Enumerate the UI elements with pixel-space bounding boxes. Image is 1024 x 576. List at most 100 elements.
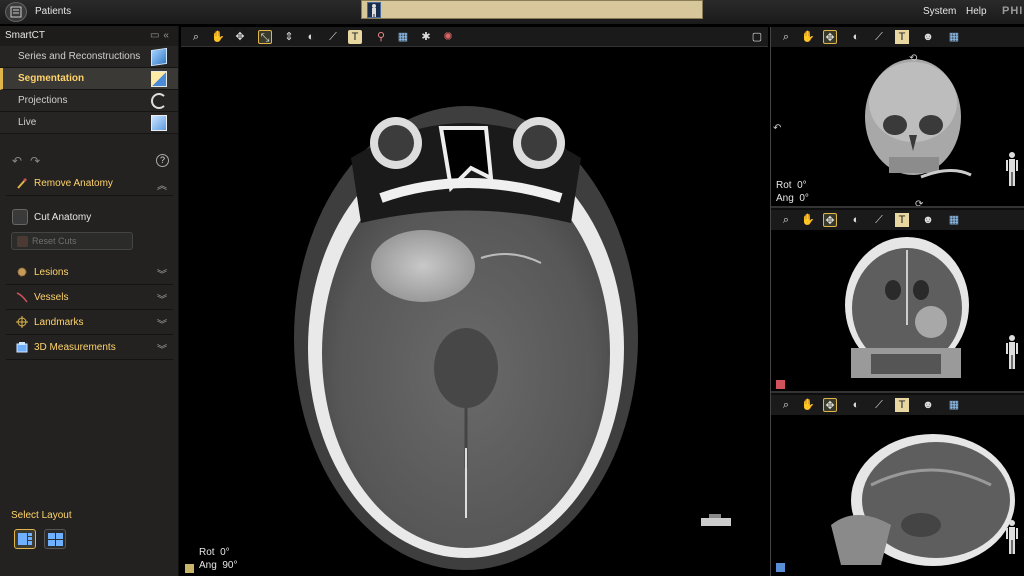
sagittal-color-swatch bbox=[776, 563, 785, 572]
lesions-header[interactable]: Lesions ︾ bbox=[6, 260, 173, 285]
patient-tab[interactable] bbox=[361, 0, 703, 19]
view-toolbar: ⌕ ✋ ✥ ◐ ⟋ T ☻ ▦ bbox=[771, 395, 1024, 415]
patients-menu[interactable]: Patients bbox=[35, 6, 71, 17]
redo-icon[interactable]: ↷ bbox=[30, 154, 40, 168]
layout-buttons bbox=[14, 529, 179, 549]
window-level-icon[interactable]: ◐ bbox=[849, 30, 863, 44]
chevron-down-icon[interactable]: ︾ bbox=[157, 316, 167, 331]
cube-icon bbox=[151, 47, 167, 67]
patient-list-icon bbox=[10, 6, 22, 18]
top-bar: Patients System Help PHI bbox=[0, 0, 1024, 25]
reset-cuts-label: Reset Cuts bbox=[32, 236, 77, 246]
color-map-icon[interactable]: ▦ bbox=[947, 30, 961, 44]
zoom-icon[interactable]: ⌕ bbox=[779, 30, 793, 44]
home-button[interactable] bbox=[5, 2, 27, 22]
nav-projections[interactable]: Projections bbox=[0, 90, 178, 112]
measurement-icon bbox=[16, 342, 28, 353]
view-toolbar: ⌕ ✋ ✥ ◐ ⟋ T ☻ ▦ bbox=[771, 27, 1024, 47]
measure-icon[interactable]: ⟋ bbox=[326, 30, 340, 44]
undo-redo-row: ↶ ↷ ? bbox=[0, 151, 179, 171]
pan-hand-icon[interactable]: ✋ bbox=[801, 30, 815, 44]
sagittal-viewport[interactable]: ⌕ ✋ ✥ ◐ ⟋ T ☻ ▦ bbox=[771, 395, 1024, 576]
color-map-icon[interactable]: ▦ bbox=[396, 30, 410, 44]
panel-controls[interactable]: ▭« bbox=[150, 30, 173, 42]
head-icon[interactable]: ☻ bbox=[921, 30, 935, 44]
color-map-icon[interactable]: ▦ bbox=[947, 398, 961, 412]
axial-viewport[interactable]: Rot 0° Ang 90° bbox=[181, 48, 768, 576]
chevron-up-icon[interactable]: ︽ bbox=[157, 177, 167, 192]
measure-icon[interactable]: ⟋ bbox=[872, 30, 886, 44]
zoom-icon[interactable]: ⌕ bbox=[779, 213, 793, 227]
maximize-icon[interactable]: ▢ bbox=[750, 30, 764, 44]
landmarks-header[interactable]: Landmarks ︾ bbox=[6, 310, 173, 335]
ang-label: Ang bbox=[199, 560, 217, 571]
panel-header: SmartCT ▭« bbox=[0, 26, 178, 46]
section-label: Vessels bbox=[34, 291, 69, 303]
pan-hand-icon[interactable]: ✋ bbox=[801, 213, 815, 227]
slab-icon[interactable]: ⇕ bbox=[282, 30, 296, 44]
cut-anatomy-label: Cut Anatomy bbox=[34, 211, 92, 223]
remove-anatomy-header[interactable]: Remove Anatomy ︽ bbox=[6, 171, 173, 196]
zoom-icon[interactable]: ⌕ bbox=[779, 398, 793, 412]
reset-cuts-button[interactable]: Reset Cuts bbox=[11, 232, 133, 250]
brand-logo: PHI bbox=[1002, 5, 1024, 17]
body-orientation-icon bbox=[1006, 152, 1018, 186]
text-annotation-icon[interactable]: T bbox=[895, 30, 909, 44]
head-icon[interactable]: ☻ bbox=[921, 398, 935, 412]
pan-hand-icon[interactable]: ✋ bbox=[211, 30, 225, 44]
window-level-icon[interactable]: ◐ bbox=[304, 30, 318, 44]
segment-icon[interactable]: ✱ bbox=[419, 30, 433, 44]
head-icon[interactable]: ☻ bbox=[921, 213, 935, 227]
zoom-icon[interactable]: ⌕ bbox=[189, 30, 203, 44]
help-menu[interactable]: Help bbox=[966, 6, 987, 17]
section-label: Remove Anatomy bbox=[34, 177, 113, 189]
measure-icon[interactable]: ⟋ bbox=[872, 213, 886, 227]
text-annotation-icon[interactable]: T bbox=[348, 30, 362, 44]
text-annotation-icon[interactable]: T bbox=[895, 213, 909, 227]
view-toolbar: ⌕ ✋ ✥ ◐ ⟋ T ☻ ▦ bbox=[771, 210, 1024, 230]
text-annotation-icon[interactable]: T bbox=[895, 398, 909, 412]
cut-anatomy-button[interactable]: Cut Anatomy bbox=[12, 208, 179, 226]
color-map-icon[interactable]: ▦ bbox=[947, 213, 961, 227]
rotate-tool-icon[interactable]: ✥ bbox=[823, 30, 837, 44]
layout-2x2-button[interactable] bbox=[44, 529, 66, 549]
cut-anatomy-icon bbox=[12, 209, 28, 225]
rotate-tool-icon[interactable]: ✥ bbox=[233, 30, 247, 44]
window-level-icon[interactable]: ◐ bbox=[849, 213, 863, 227]
chevron-down-icon[interactable]: ︾ bbox=[157, 266, 167, 281]
nav-live[interactable]: Live bbox=[0, 112, 178, 134]
select-tool-icon[interactable]: ⤡ bbox=[258, 30, 272, 44]
segmentation-cube-icon bbox=[151, 71, 167, 87]
scalpel-icon bbox=[17, 178, 27, 189]
sagittal-ct-image bbox=[831, 434, 1015, 566]
svg-text:⟲: ⟲ bbox=[909, 53, 918, 64]
secondary-viewports: ⌕ ✋ ✥ ◐ ⟋ T ☻ ▦ ⟲ ↶ ⟳ Rot 0° Ang 0° ⌕ ✋ … bbox=[770, 27, 1024, 576]
chevron-down-icon[interactable]: ︾ bbox=[157, 291, 167, 306]
help-icon[interactable]: ? bbox=[156, 154, 169, 167]
rotate-tool-icon[interactable]: ✥ bbox=[823, 213, 837, 227]
main-orientation-readout: Rot 0° Ang 90° bbox=[199, 546, 237, 572]
nav-series-reconstructions[interactable]: Series and Reconstructions bbox=[0, 46, 178, 68]
volume-orientation-readout: Rot 0° Ang 0° bbox=[776, 179, 809, 205]
vessels-header[interactable]: Vessels ︾ bbox=[6, 285, 173, 310]
coronal-viewport[interactable]: ⌕ ✋ ✥ ◐ ⟋ T ☻ ▦ bbox=[771, 210, 1024, 393]
pan-hand-icon[interactable]: ✋ bbox=[801, 398, 815, 412]
bone-removal-icon[interactable]: ✺ bbox=[441, 30, 455, 44]
rotate-tool-icon[interactable]: ✥ bbox=[823, 398, 837, 412]
feet-icon[interactable]: ⚲ bbox=[374, 30, 388, 44]
section-label: 3D Measurements bbox=[34, 341, 116, 353]
layout-1-plus-3-button[interactable] bbox=[14, 529, 36, 549]
rot-value: 0° bbox=[797, 180, 807, 191]
undo-icon[interactable]: ↶ bbox=[12, 154, 22, 168]
measure-icon[interactable]: ⟋ bbox=[872, 398, 886, 412]
volume-3d-viewport[interactable]: ⌕ ✋ ✥ ◐ ⟋ T ☻ ▦ ⟲ ↶ ⟳ Rot 0° Ang 0° bbox=[771, 27, 1024, 208]
system-menu[interactable]: System bbox=[923, 6, 956, 17]
nav-segmentation[interactable]: Segmentation bbox=[0, 68, 178, 90]
measurements-header[interactable]: 3D Measurements ︾ bbox=[6, 335, 173, 360]
window-level-icon[interactable]: ◐ bbox=[849, 398, 863, 412]
axial-ct-image bbox=[294, 106, 731, 570]
chevron-down-icon[interactable]: ︾ bbox=[157, 341, 167, 356]
nav-label: Live bbox=[18, 117, 37, 128]
select-layout-label: Select Layout bbox=[11, 510, 72, 521]
body-orientation-icon bbox=[1006, 520, 1018, 554]
